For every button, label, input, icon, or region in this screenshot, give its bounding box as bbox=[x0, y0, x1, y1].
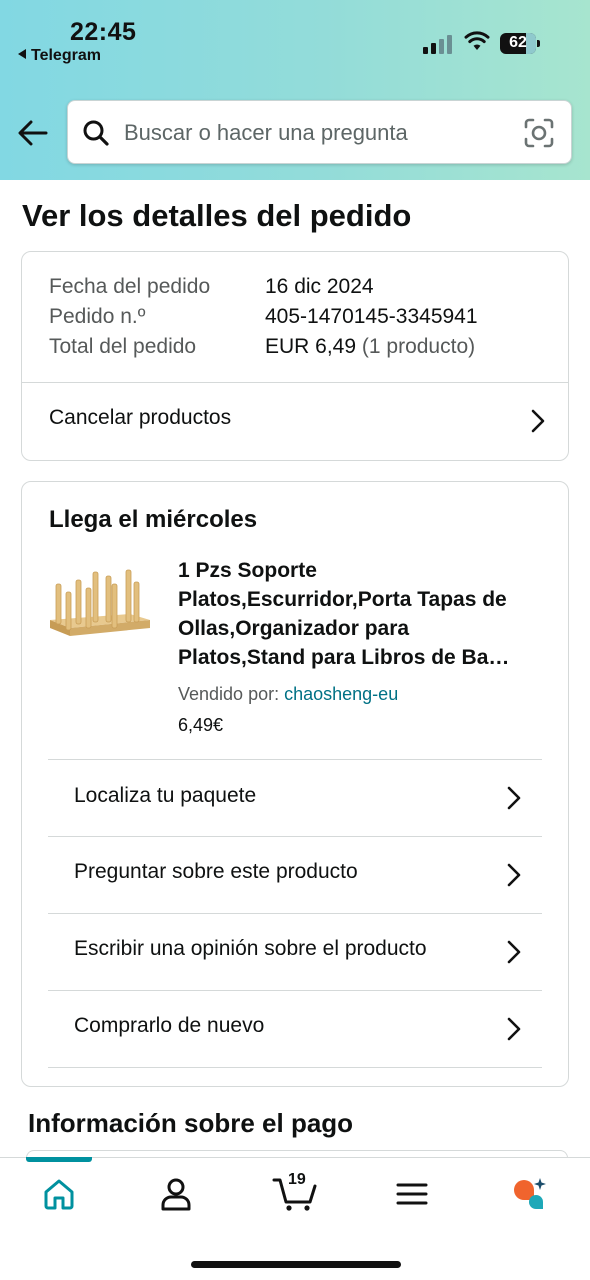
seller-link[interactable]: chaosheng-eu bbox=[284, 684, 398, 704]
home-icon[interactable] bbox=[41, 1176, 77, 1212]
seller-label: Vendido por: bbox=[178, 684, 280, 704]
track-package-label: Localiza tu paquete bbox=[74, 784, 257, 807]
order-date-value: 16 dic 2024 bbox=[265, 275, 374, 298]
buy-again-row[interactable]: Comprarlo de nuevo bbox=[48, 991, 542, 1067]
account-icon[interactable] bbox=[158, 1176, 194, 1212]
order-total-amount: EUR 6,49 bbox=[265, 335, 357, 358]
cancel-products-label: Cancelar productos bbox=[49, 406, 232, 429]
home-indicator-bar bbox=[191, 1261, 401, 1268]
order-total-value: EUR 6,49 (1 producto) bbox=[265, 335, 475, 359]
cart-count-badge: 19 bbox=[288, 1171, 306, 1188]
back-to-app-link[interactable]: Telegram bbox=[18, 47, 101, 65]
chevron-right-icon bbox=[507, 863, 521, 887]
camera-scan-icon[interactable] bbox=[524, 118, 554, 148]
signal-icon bbox=[423, 34, 453, 54]
product-image[interactable] bbox=[48, 562, 152, 652]
order-number-label: Pedido n.º bbox=[49, 305, 146, 328]
menu-icon[interactable] bbox=[394, 1176, 430, 1212]
search-placeholder: Buscar o hacer una pregunta bbox=[124, 120, 408, 145]
active-tab-indicator bbox=[26, 1157, 92, 1162]
write-review-row[interactable]: Escribir una opinión sobre el producto bbox=[48, 914, 542, 990]
search-bar[interactable]: Buscar o hacer una pregunta bbox=[67, 100, 572, 164]
buy-again-label: Comprarlo de nuevo bbox=[74, 1014, 265, 1037]
product-price: 6,49€ bbox=[178, 715, 224, 735]
order-number-value: 405-1470145-3345941 bbox=[265, 305, 478, 328]
payment-heading: Información sobre el pago bbox=[28, 1108, 354, 1138]
order-date-label: Fecha del pedido bbox=[49, 275, 211, 298]
order-total-count: (1 producto) bbox=[361, 335, 476, 358]
back-arrow-icon[interactable] bbox=[16, 116, 50, 150]
delivery-heading: Llega el miércoles bbox=[49, 506, 258, 533]
search-icon bbox=[83, 120, 109, 146]
track-package-row[interactable]: Localiza tu paquete bbox=[48, 760, 542, 836]
ask-product-row[interactable]: Preguntar sobre este producto bbox=[48, 837, 542, 913]
order-total-label: Total del pedido bbox=[49, 335, 197, 358]
chevron-right-icon bbox=[507, 1017, 521, 1041]
ask-product-label: Preguntar sobre este producto bbox=[74, 860, 358, 883]
shipment-card: Llega el miércoles 1 Pzs Soporte Platos,… bbox=[21, 481, 569, 1087]
chevron-right-icon bbox=[507, 786, 521, 810]
divider bbox=[48, 1067, 542, 1068]
wifi-icon bbox=[464, 31, 490, 50]
product-title-link[interactable]: 1 Pzs Soporte Platos,Escurridor,Porta Ta… bbox=[178, 556, 538, 672]
rufus-assistant-icon[interactable] bbox=[510, 1176, 546, 1212]
page-title: Ver los detalles del pedido bbox=[22, 198, 412, 233]
battery-icon: 62 bbox=[500, 33, 540, 54]
status-time: 22:45 bbox=[70, 18, 137, 46]
seller-line: Vendido por: chaosheng-eu bbox=[178, 684, 398, 705]
back-triangle-icon bbox=[18, 49, 26, 59]
chevron-right-icon bbox=[507, 940, 521, 964]
cancel-products-row[interactable]: Cancelar productos bbox=[22, 383, 568, 460]
back-app-label: Telegram bbox=[31, 47, 101, 64]
order-summary-card: Fecha del pedido 16 dic 2024 Pedido n.º … bbox=[21, 251, 569, 461]
chevron-right-icon bbox=[531, 409, 545, 433]
write-review-label: Escribir una opinión sobre el producto bbox=[74, 937, 427, 960]
battery-level: 62 bbox=[509, 34, 527, 51]
